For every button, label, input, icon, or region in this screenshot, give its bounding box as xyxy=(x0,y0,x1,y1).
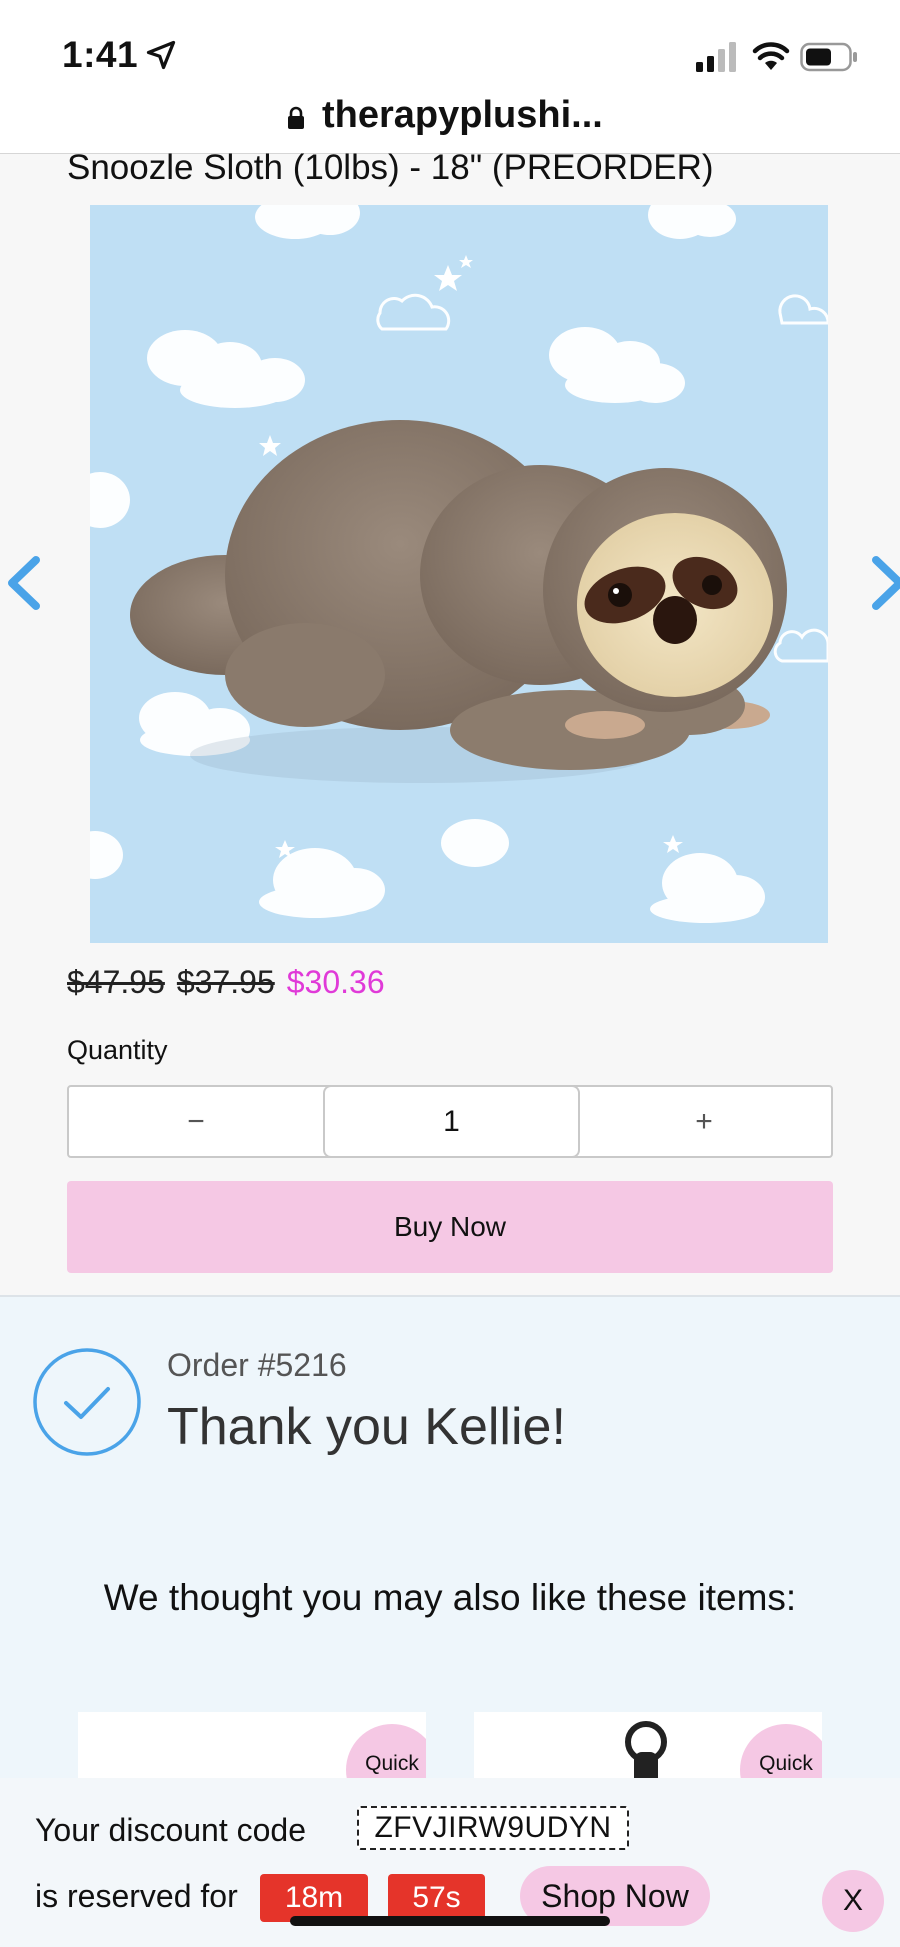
quantity-input[interactable]: 1 xyxy=(323,1085,580,1158)
lock-icon xyxy=(288,106,304,129)
browser-url-bar[interactable]: therapyplushi... xyxy=(0,88,900,154)
previous-price: $37.95 xyxy=(176,964,275,1000)
next-image-arrow-icon[interactable] xyxy=(868,556,900,610)
discount-code-label: Your discount code xyxy=(35,1812,307,1848)
quantity-label: Quantity xyxy=(67,1035,168,1065)
reserved-label: is reserved for xyxy=(35,1878,238,1914)
timer-seconds: 57s xyxy=(388,1874,485,1922)
product-image[interactable] xyxy=(90,205,828,943)
cellular-signal-icon xyxy=(696,42,736,72)
url-text[interactable]: therapyplushi... xyxy=(322,94,603,137)
close-banner-button[interactable]: X xyxy=(822,1870,884,1932)
quantity-decrement-button[interactable]: − xyxy=(69,1087,323,1156)
original-price: $47.95 xyxy=(67,964,165,1000)
price-group: $47.95 $37.95 $30.36 xyxy=(67,964,385,1001)
recommendations-heading: We thought you may also like these items… xyxy=(103,1577,797,1618)
sale-price: $30.36 xyxy=(286,964,385,1000)
quantity-increment-button[interactable]: + xyxy=(577,1087,831,1156)
battery-icon xyxy=(800,42,857,72)
previous-image-arrow-icon[interactable] xyxy=(4,556,44,610)
status-time: 1:41 xyxy=(62,34,139,75)
home-indicator[interactable] xyxy=(290,1916,610,1926)
product-title: Snoozle Sloth (10lbs) - 18" (PREORDER) xyxy=(67,148,714,187)
quantity-stepper: − 1 + xyxy=(67,1085,833,1158)
location-arrow-icon xyxy=(146,40,176,70)
buy-now-button[interactable]: Buy Now xyxy=(67,1181,833,1273)
timer-minutes: 18m xyxy=(260,1874,368,1922)
order-number: Order #5216 xyxy=(167,1347,347,1383)
status-bar: 1:41 xyxy=(0,0,900,100)
checkmark-circle-icon xyxy=(33,1348,141,1456)
sloth-plush-illustration xyxy=(90,205,828,923)
thank-you-heading: Thank you Kellie! xyxy=(167,1398,566,1456)
wifi-icon xyxy=(752,42,790,70)
discount-code[interactable]: ZFVJIRW9UDYN xyxy=(357,1806,629,1850)
